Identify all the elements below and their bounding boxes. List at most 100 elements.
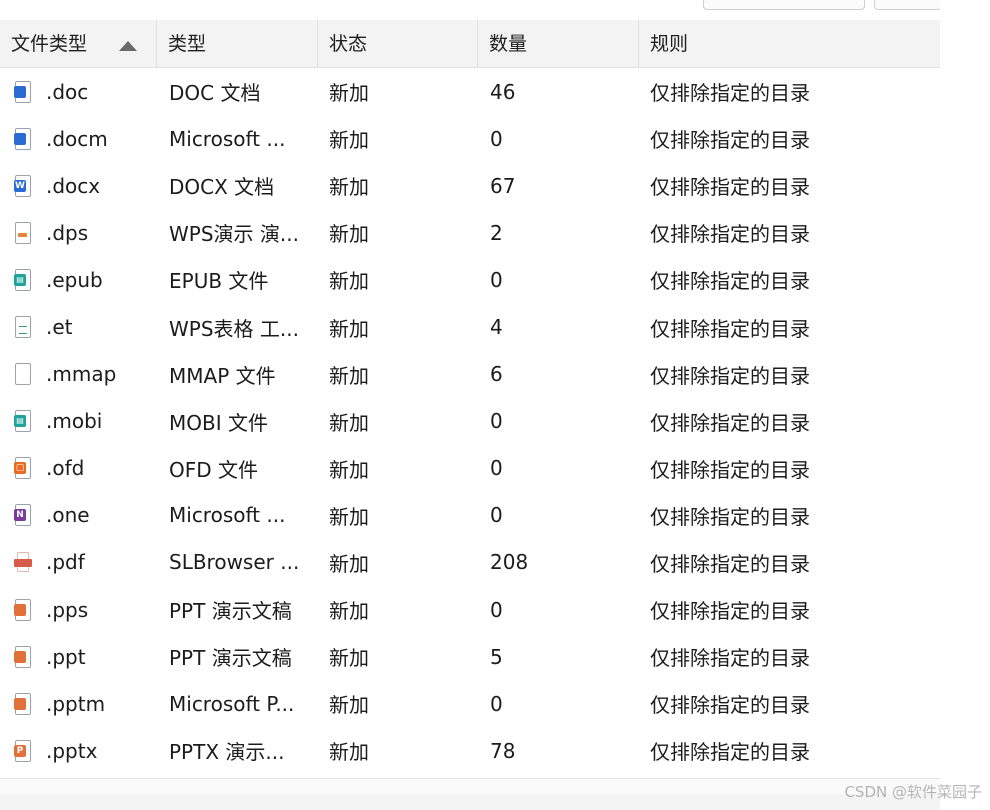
file-extension: .pptm [46, 691, 106, 716]
table-row[interactable]: W .doc DOC 文档 新加 46 仅排除指定的目录 [0, 68, 940, 115]
cell-type: MMAP 文件 [169, 363, 276, 388]
cell-count: 0 [490, 597, 503, 622]
cell-rule: 仅排除指定的目录 [650, 269, 810, 294]
column-header-label: 类型 [168, 33, 207, 55]
column-header-count[interactable]: 数量 [478, 20, 639, 67]
table-header: 文件类型 类型 状态 数量 规则 [0, 20, 940, 68]
file-extension: .ofd [46, 456, 85, 481]
cell-status: 新加 [329, 740, 369, 765]
table-row[interactable]: .et WPS表格 工... 新加 4 仅排除指定的目录 [0, 303, 940, 350]
cell-count: 0 [490, 126, 503, 151]
file-extension: .pdf [46, 550, 85, 575]
cell-type: PPT 演示文稿 [169, 646, 292, 671]
cell-file-type: W .doc [0, 80, 157, 104]
cell-count: 0 [490, 503, 503, 528]
status-strip [0, 794, 940, 810]
word-docm-icon: W [13, 127, 33, 151]
table-row[interactable]: P .pptm Microsoft P... 新加 0 仅排除指定的目录 [0, 680, 940, 727]
cell-file-type: W .docx [0, 174, 157, 198]
epub-book-icon: ▤ [13, 268, 33, 292]
table-row[interactable]: ▤ .mobi MOBI 文件 新加 0 仅排除指定的目录 [0, 398, 940, 445]
horizontal-scrollbar[interactable] [0, 778, 940, 795]
cell-file-type: .et [0, 315, 157, 339]
watermark: CSDN @软件菜园子 [844, 783, 982, 801]
cell-status: 新加 [329, 81, 369, 106]
table-row[interactable]: P .pptx PPTX 演示... 新加 78 仅排除指定的目录 [0, 727, 940, 774]
wps-et-icon [13, 315, 33, 339]
cell-status: 新加 [329, 363, 369, 388]
cell-count: 0 [490, 456, 503, 481]
cell-file-type: P .pps [0, 598, 157, 622]
file-extension: .pptx [46, 738, 98, 763]
table-row[interactable]: P .ppt PPT 演示文稿 新加 5 仅排除指定的目录 [0, 633, 940, 680]
toolbar-strip [0, 0, 942, 21]
cell-status: 新加 [329, 504, 369, 529]
file-extension: .et [46, 315, 73, 340]
table-row[interactable]: P .pps PPT 演示文稿 新加 0 仅排除指定的目录 [0, 586, 940, 633]
cell-count: 5 [490, 644, 503, 669]
cell-count: 0 [490, 267, 503, 292]
mobi-book-icon: ▤ [13, 409, 33, 433]
cell-count: 0 [490, 691, 503, 716]
cell-count: 2 [490, 220, 503, 245]
cell-type: DOCX 文档 [169, 175, 275, 200]
cell-status: 新加 [329, 175, 369, 200]
cell-status: 新加 [329, 128, 369, 153]
toolbar-button[interactable] [703, 0, 865, 10]
cell-rule: 仅排除指定的目录 [650, 175, 810, 200]
column-header-type[interactable]: 类型 [157, 20, 318, 67]
table-row[interactable]: .pdf SLBrowser ... 新加 208 仅排除指定的目录 [0, 539, 940, 586]
cell-type: Microsoft ... [169, 503, 286, 528]
onenote-icon: N [13, 503, 33, 527]
file-extension: .docm [46, 126, 108, 151]
file-extension: .mobi [46, 409, 103, 434]
cell-file-type: ▢ .ofd [0, 456, 157, 480]
cell-file-type: .dps [0, 221, 157, 245]
table-row[interactable]: ▤ .epub EPUB 文件 新加 0 仅排除指定的目录 [0, 256, 940, 303]
cell-file-type: ▤ .epub [0, 268, 157, 292]
table-row[interactable]: W .docx DOCX 文档 新加 67 仅排除指定的目录 [0, 162, 940, 209]
cell-file-type: P .ppt [0, 645, 157, 669]
cell-type: PPT 演示文稿 [169, 599, 292, 624]
file-extension: .pps [46, 597, 89, 622]
table-row[interactable]: .mmap MMAP 文件 新加 6 仅排除指定的目录 [0, 351, 940, 398]
column-header-label: 数量 [489, 33, 528, 55]
cell-type: OFD 文件 [169, 457, 259, 482]
cell-count: 0 [490, 409, 503, 434]
cell-status: 新加 [329, 599, 369, 624]
cell-status: 新加 [329, 457, 369, 482]
cell-rule: 仅排除指定的目录 [650, 551, 810, 576]
word-doc-icon: W [13, 80, 33, 104]
toolbar-button[interactable] [874, 0, 942, 10]
blank-file-icon [13, 362, 33, 386]
word-docx-icon: W [13, 174, 33, 198]
cell-type: EPUB 文件 [169, 269, 269, 294]
cell-type: MOBI 文件 [169, 410, 268, 435]
column-header-file-type[interactable]: 文件类型 [0, 20, 157, 67]
cell-rule: 仅排除指定的目录 [650, 504, 810, 529]
file-extension: .ppt [46, 644, 86, 669]
table-row[interactable]: .dps WPS演示 演... 新加 2 仅排除指定的目录 [0, 209, 940, 256]
column-header-status[interactable]: 状态 [318, 20, 478, 67]
cell-file-type: ▤ .mobi [0, 409, 157, 433]
pptm-file-icon: P [13, 692, 33, 716]
ppt-pps-icon: P [13, 598, 33, 622]
cell-file-type: P .pptx [0, 739, 157, 763]
cell-type: Microsoft P... [169, 691, 295, 716]
cell-count: 67 [490, 173, 516, 198]
table-row[interactable]: N .one Microsoft ... 新加 0 仅排除指定的目录 [0, 492, 940, 539]
cell-type: Microsoft ... [169, 126, 286, 151]
cell-count: 4 [490, 315, 503, 340]
column-header-rule[interactable]: 规则 [639, 20, 940, 67]
ofd-file-icon: ▢ [13, 456, 33, 480]
cell-rule: 仅排除指定的目录 [650, 81, 810, 106]
cell-rule: 仅排除指定的目录 [650, 740, 810, 765]
table-row[interactable]: W .docm Microsoft ... 新加 0 仅排除指定的目录 [0, 115, 940, 162]
cell-type: DOC 文档 [169, 81, 261, 106]
cell-status: 新加 [329, 316, 369, 341]
cell-rule: 仅排除指定的目录 [650, 693, 810, 718]
cell-rule: 仅排除指定的目录 [650, 599, 810, 624]
cell-count: 78 [490, 738, 516, 763]
table-body: W .doc DOC 文档 新加 46 仅排除指定的目录 W .docm Microsoft .… [0, 68, 940, 774]
table-row[interactable]: ▢ .ofd OFD 文件 新加 0 仅排除指定的目录 [0, 445, 940, 492]
